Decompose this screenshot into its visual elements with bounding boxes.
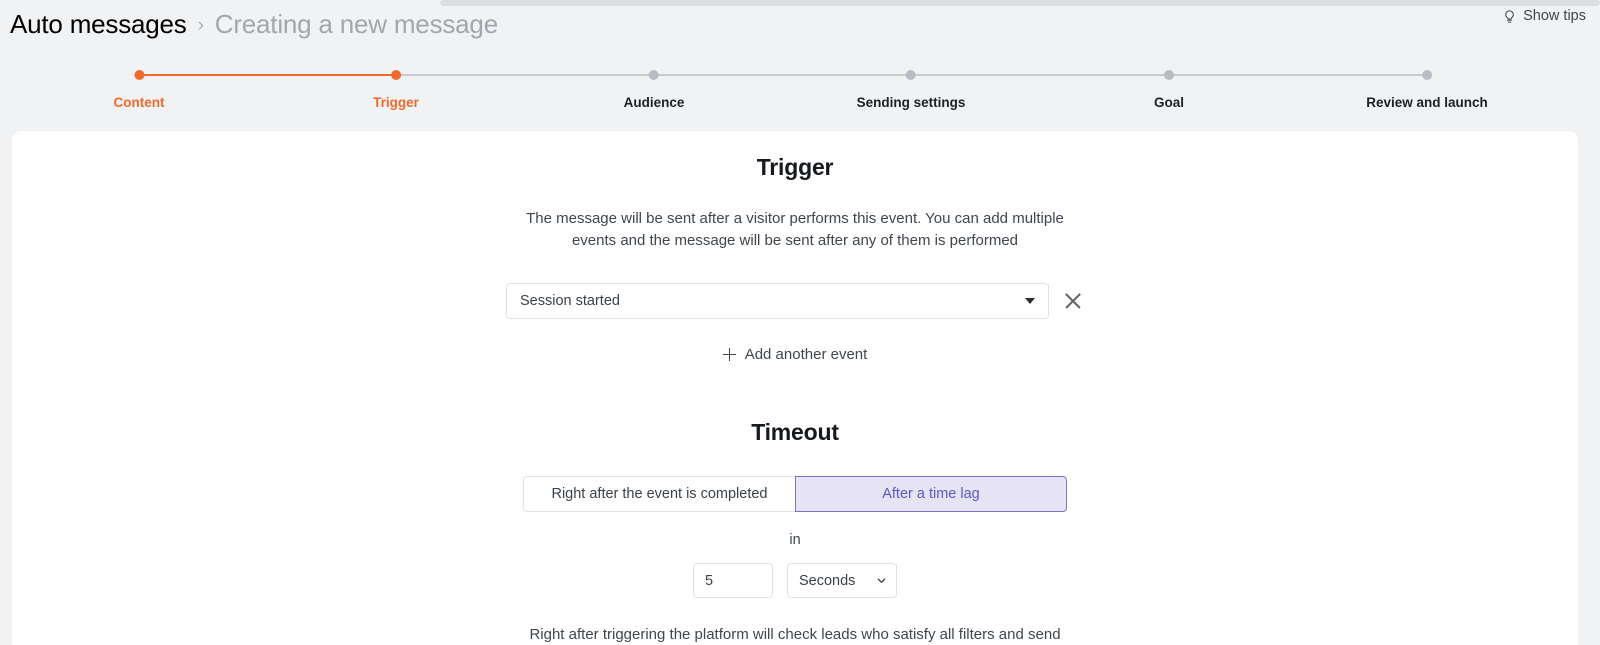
trigger-section-description: The message will be sent after a visitor… <box>526 210 1064 249</box>
show-tips-label: Show tips <box>1523 8 1586 24</box>
step-label: Review and launch <box>1366 95 1488 110</box>
stepper-step-sending-settings[interactable]: Sending settings <box>856 62 966 110</box>
timeout-option-right-after[interactable]: Right after the event is completed <box>523 476 795 512</box>
step-label: Sending settings <box>856 95 966 110</box>
timeout-option-after-time-lag[interactable]: After a time lag <box>795 476 1067 512</box>
breadcrumb-current: Creating a new message <box>214 9 498 39</box>
time-lag-unit-select[interactable]: Seconds <box>787 563 897 598</box>
content-card: Trigger The message will be sent after a… <box>12 131 1578 645</box>
timeout-section-title: Timeout <box>751 419 839 445</box>
breadcrumb: Auto messages › Creating a new message <box>10 9 498 40</box>
timeout-footnote: Right after triggering the platform will… <box>529 626 1061 643</box>
step-dot-icon <box>1421 70 1432 80</box>
vertical-scrollbar[interactable] <box>1592 131 1600 645</box>
stepper-step-trigger[interactable]: Trigger <box>373 62 419 110</box>
time-lag-unit-value: Seconds <box>799 572 856 589</box>
horizontal-scrollbar[interactable] <box>0 0 1600 6</box>
timeout-mode-segmented-control: Right after the event is completed After… <box>523 476 1067 512</box>
timeout-option-label: Right after the event is completed <box>551 486 768 502</box>
step-label: Trigger <box>373 95 419 110</box>
step-label: Goal <box>1153 95 1185 110</box>
event-select-value: Session started <box>520 293 620 309</box>
step-label: Audience <box>623 95 685 110</box>
lightbulb-icon <box>1502 9 1517 24</box>
add-another-event-label: Add another event <box>744 346 868 363</box>
time-lag-amount-input[interactable] <box>693 563 773 598</box>
step-dot-icon <box>134 70 144 80</box>
show-tips-button[interactable]: Show tips <box>1502 8 1586 24</box>
progress-stepper: Content Trigger Audience Sending setting… <box>0 62 1600 118</box>
add-another-event-button[interactable]: Add another event <box>722 346 868 363</box>
in-label: in <box>789 532 801 548</box>
time-lag-row: Seconds <box>693 563 897 598</box>
stepper-track-completed <box>139 74 396 76</box>
step-label: Content <box>113 95 165 110</box>
trigger-event-row: Session started <box>506 283 1084 319</box>
form-content: Trigger The message will be sent after a… <box>12 131 1578 645</box>
stepper-step-goal[interactable]: Goal <box>1154 62 1184 110</box>
event-select[interactable]: Session started <box>506 283 1049 319</box>
timeout-option-label: After a time lag <box>882 486 980 502</box>
horizontal-scrollbar-thumb[interactable] <box>440 0 1600 6</box>
stepper-step-audience[interactable]: Audience <box>623 62 685 110</box>
step-dot-icon <box>648 70 659 80</box>
step-dot-icon <box>905 70 916 80</box>
stepper-step-review-and-launch[interactable]: Review and launch <box>1366 62 1488 110</box>
caret-down-icon <box>1025 298 1035 304</box>
trigger-section-title: Trigger <box>756 154 834 180</box>
breadcrumb-root-link[interactable]: Auto messages <box>10 9 187 40</box>
stepper-step-content[interactable]: Content <box>114 62 165 110</box>
step-dot-icon <box>390 70 401 80</box>
page-header: Auto messages › Creating a new message S… <box>0 0 1600 130</box>
step-dot-icon <box>1163 70 1174 80</box>
remove-event-button[interactable] <box>1062 290 1084 312</box>
plus-icon <box>722 348 736 361</box>
breadcrumb-separator-icon: › <box>197 14 204 36</box>
